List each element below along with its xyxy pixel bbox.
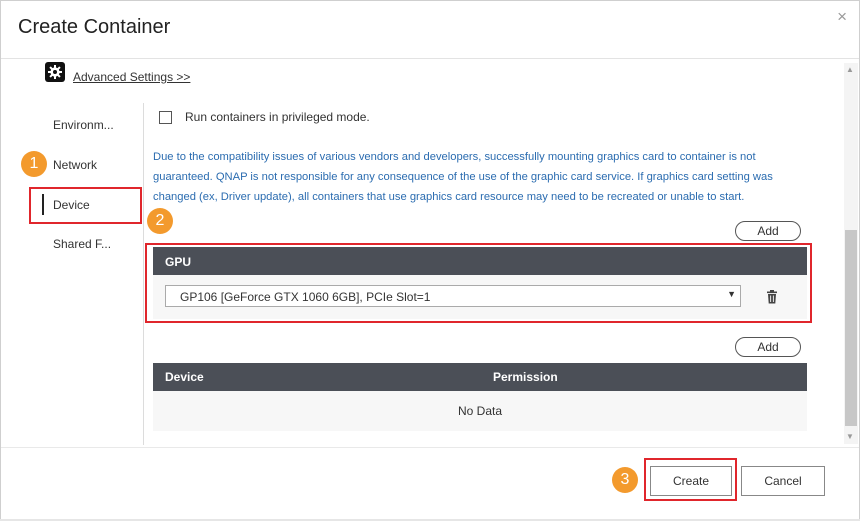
callout-badge-1: 1 bbox=[21, 151, 47, 177]
no-data-text: No Data bbox=[457, 404, 503, 418]
callout-badge-3: 3 bbox=[612, 467, 638, 493]
scrollbar-thumb[interactable] bbox=[845, 230, 857, 426]
permission-column-header: Permission bbox=[493, 370, 558, 384]
create-container-dialog: Create Container × Advanced Settings >> … bbox=[0, 0, 860, 521]
gpu-compatibility-notice: Due to the compatibility issues of vario… bbox=[153, 151, 773, 203]
footer-divider bbox=[1, 447, 859, 448]
close-icon[interactable]: × bbox=[837, 7, 847, 27]
highlight-box-device bbox=[29, 187, 142, 224]
advanced-settings-link[interactable]: Advanced Settings >> bbox=[73, 70, 190, 84]
device-table-header: Device Permission bbox=[153, 363, 807, 391]
scroll-up-icon[interactable]: ▲ bbox=[846, 65, 854, 74]
cancel-button[interactable]: Cancel bbox=[741, 466, 825, 496]
sidebar-item-environment[interactable]: Environm... bbox=[53, 118, 114, 132]
add-gpu-button[interactable]: Add bbox=[735, 221, 801, 241]
sidebar-item-network[interactable]: Network bbox=[53, 158, 97, 172]
device-table-empty-row: No Data bbox=[153, 391, 807, 431]
sidebar-divider bbox=[143, 103, 144, 445]
highlight-box-create bbox=[644, 458, 737, 501]
privileged-mode-label: Run containers in privileged mode. bbox=[185, 110, 370, 124]
sidebar-item-shared-folders[interactable]: Shared F... bbox=[53, 237, 111, 251]
scroll-down-icon[interactable]: ▼ bbox=[846, 432, 854, 441]
add-device-button[interactable]: Add bbox=[735, 337, 801, 357]
highlight-box-gpu bbox=[145, 243, 812, 323]
gear-icon bbox=[45, 62, 65, 82]
dialog-title: Create Container bbox=[18, 16, 171, 38]
device-column-header: Device bbox=[165, 370, 204, 384]
callout-badge-2: 2 bbox=[147, 208, 173, 234]
privileged-mode-checkbox[interactable] bbox=[159, 111, 172, 124]
header-divider bbox=[1, 58, 859, 59]
